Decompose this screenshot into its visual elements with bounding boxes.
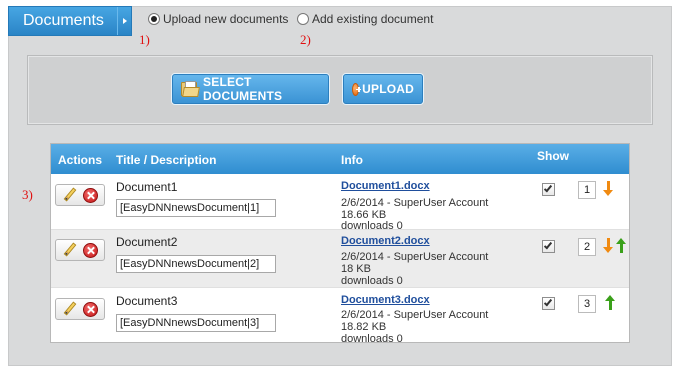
doc-size: 18.82 KB [341,321,387,333]
doc-meta: 2/6/2014 - SuperUser Account [341,251,489,263]
select-documents-label: SELECT DOCUMENTS [203,75,283,103]
doc-title: Document1 [116,180,178,194]
move-up-arrow-icon[interactable] [615,238,627,254]
row-actions [55,239,105,261]
header-actions: Actions [58,153,103,167]
documents-tab[interactable]: Documents [8,6,132,36]
documents-table: Actions Title / Description Info Show Do… [50,143,630,345]
order-box[interactable]: 2 [578,238,596,256]
header-info: Info [341,153,363,167]
edit-pencil-icon[interactable] [62,301,78,317]
add-existing-option[interactable]: Add existing document [297,12,433,26]
annotation-3: 3) [22,187,33,202]
row-actions [55,184,105,206]
upload-button[interactable]: UPLOAD [343,74,423,104]
show-checkbox[interactable] [542,240,555,253]
annotation-1: 1) [139,32,150,47]
doc-size: 18 KB [341,263,371,275]
table-header: Actions Title / Description Info Show [51,144,629,174]
move-down-arrow-icon[interactable] [602,181,614,197]
doc-title: Document3 [116,294,178,308]
tab-arrow-icon [117,7,131,35]
plus-icon [352,82,362,96]
show-checkbox[interactable] [542,297,555,310]
select-documents-button[interactable]: SELECT DOCUMENTS [172,74,329,104]
doc-downloads: downloads 0 [341,275,403,287]
order-box[interactable]: 3 [578,295,596,313]
upload-label: UPLOAD [362,82,414,96]
edit-pencil-icon[interactable] [62,242,78,258]
doc-file-link[interactable]: Document1.docx [341,180,430,192]
documents-tab-title: Documents [23,12,104,29]
table-row: Document3 Document3.docx 2/6/2014 - Supe… [51,287,629,345]
row-actions [55,298,105,320]
header-show: Show [537,149,569,163]
upload-new-radio[interactable] [148,13,160,25]
delete-icon[interactable] [83,187,99,203]
show-checkbox[interactable] [542,183,555,196]
doc-meta: 2/6/2014 - SuperUser Account [341,197,489,209]
doc-file-link[interactable]: Document3.docx [341,294,430,306]
doc-title: Document2 [116,235,178,249]
delete-icon[interactable] [83,301,99,317]
doc-meta: 2/6/2014 - SuperUser Account [341,309,489,321]
folder-icon [181,81,200,97]
table-row: Document1 Document1.docx 2/6/2014 - Supe… [51,174,629,232]
move-up-arrow-icon[interactable] [604,295,616,311]
upload-new-label: Upload new documents [163,12,289,26]
order-box[interactable]: 1 [578,181,596,199]
upload-new-option[interactable]: Upload new documents [148,12,288,26]
doc-file-link[interactable]: Document2.docx [341,235,430,247]
header-title: Title / Description [116,153,217,167]
annotation-2: 2) [300,32,311,47]
doc-description-input[interactable] [116,314,276,332]
doc-description-input[interactable] [116,199,276,217]
doc-downloads: downloads 0 [341,333,403,345]
add-existing-radio[interactable] [297,13,309,25]
add-existing-label: Add existing document [312,12,434,26]
doc-description-input[interactable] [116,255,276,273]
upload-area: SELECT DOCUMENTS UPLOAD [27,55,653,125]
move-down-arrow-icon[interactable] [602,238,614,254]
delete-icon[interactable] [83,242,99,258]
edit-pencil-icon[interactable] [62,187,78,203]
table-row: Document2 Document2.docx 2/6/2014 - Supe… [51,229,629,287]
